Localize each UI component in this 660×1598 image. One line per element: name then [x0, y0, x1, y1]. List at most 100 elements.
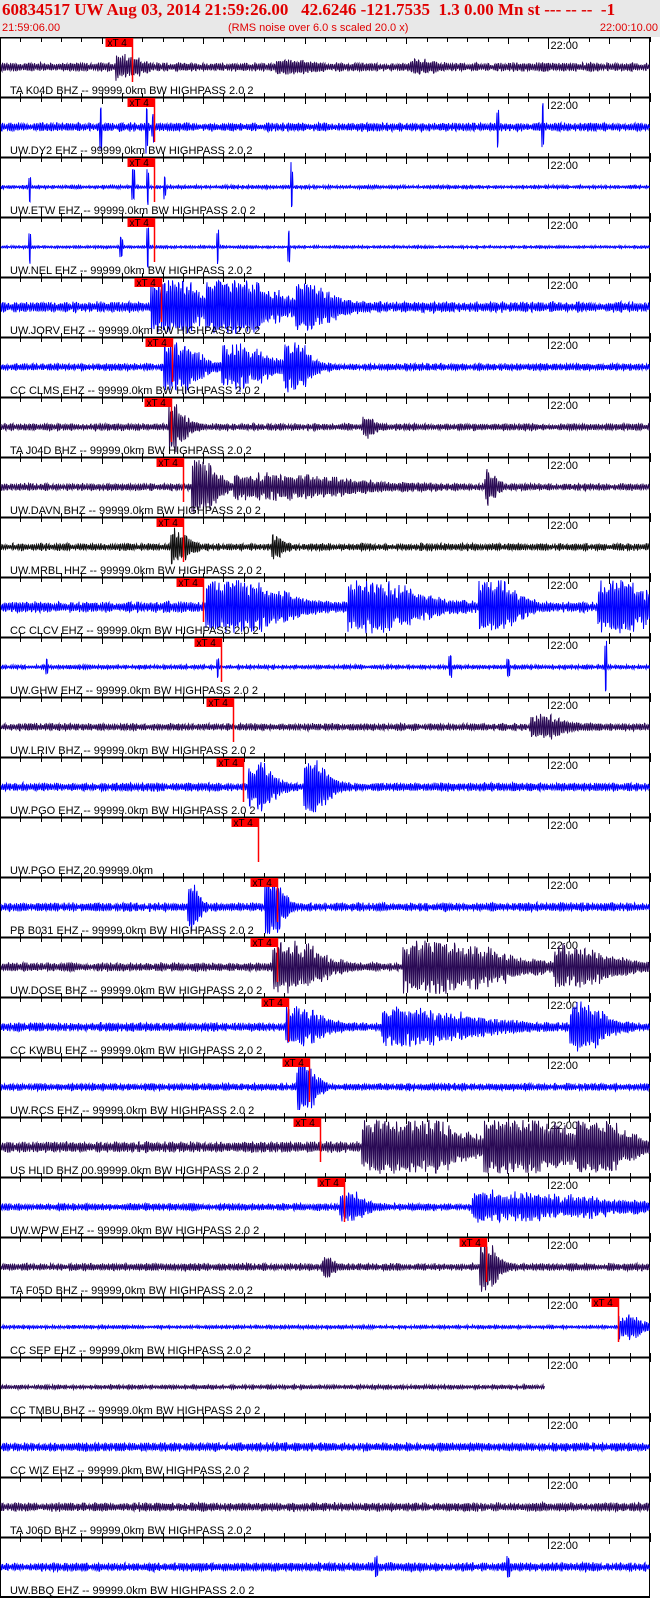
- pick-label: xT 4: [130, 98, 150, 109]
- trace-panel: 22:00xT 4UW.PGO EHZ 20.99999.0km: [0, 813, 651, 877]
- pick-label: xT 4: [130, 158, 150, 169]
- trace-panel: 22:00 xT 4 CC CLCV EHZ -- 99999.0km BW HIG…: [0, 573, 651, 637]
- trace-panel: 22:00 CC WIZ EHZ -- 99999.0km BW HIGHPASS…: [0, 1413, 651, 1477]
- waveform-trace: [0, 713, 650, 740]
- minute-label: 22:00: [551, 1480, 579, 1492]
- trace-label: UW.DOSE BHZ -- 99999.0km BW HIGHPASS 2.0…: [10, 985, 262, 997]
- trace-panel: 22:00 xT 4 CC KWBU EHZ -- 99999.0km BW HIG…: [0, 993, 651, 1057]
- trace-label: UW.GHW EHZ -- 99999.0km BW HIGHPASS 2.0 …: [10, 685, 258, 697]
- trace-label: UW.BBQ EHZ -- 99999.0km BW HIGHPASS 2.0 …: [10, 1585, 254, 1597]
- waveform-trace: [0, 53, 650, 81]
- trace-panel: 22:00 xT 4 UW.WPW EHZ -- 99999.0km BW HIGH…: [0, 1173, 651, 1237]
- trace-panel: 22:00 xT 4 PB B031 EHZ -- 99999.0km BW HIG…: [0, 873, 651, 937]
- minute-label: 22:00: [551, 1300, 579, 1312]
- minute-label: 22:00: [551, 820, 579, 832]
- waveform-trace: [0, 1189, 650, 1224]
- scaling-note: (RMS noise over 6.0 s scaled 20.0 x): [228, 22, 409, 34]
- minute-label: 22:00: [551, 640, 579, 652]
- start-time: 21:59:06.00: [2, 22, 61, 34]
- trace-label: TA J04D BHZ -- 99999.0km BW HIGHPASS 2.0…: [10, 445, 252, 457]
- trace-label: UW.RCS EHZ -- 99999.0km BW HIGHPASS 2.0 …: [10, 1105, 254, 1117]
- trace-panel: 22:00 xT 4 TA J04D BHZ -- 99999.0km BW HIG…: [0, 393, 651, 457]
- pick-label: xT 4: [137, 278, 157, 289]
- pick-label: xT 4: [197, 638, 217, 649]
- trace-panel: 22:00 TA J06D BHZ -- 99999.0km BW HIGHPAS…: [0, 1473, 651, 1537]
- trace-panel: 22:00 xT 4 UW.NEL EHZ -- 99999.0km BW HIGH…: [0, 213, 651, 277]
- minute-label: 22:00: [551, 100, 579, 112]
- pick-label: xT 4: [253, 878, 273, 889]
- trace-panel: 22:00 xT 4 TA F05D BHZ -- 99999.0km BW HIG…: [0, 1233, 651, 1297]
- minute-label: 22:00: [551, 1420, 579, 1432]
- pick-label: xT 4: [209, 698, 229, 709]
- trace-panel: 22:00 xT 4 UW.PGO EHZ -- 99999.0km BW HIGH…: [0, 753, 651, 817]
- minute-label: 22:00: [551, 460, 579, 472]
- trace-label: UW.DY2 EHZ -- 99999.0km BW HIGHPASS 2.0 …: [10, 145, 252, 157]
- end-time: 22:00:10.00: [599, 22, 658, 34]
- trace-label: TA F05D BHZ -- 99999.0km BW HIGHPASS 2.0…: [10, 1285, 253, 1297]
- pick-label: xT 4: [462, 1238, 482, 1249]
- minute-label: 22:00: [551, 1180, 579, 1192]
- waveform-trace: [0, 227, 650, 269]
- trace-panel: 22:00 UW.BBQ EHZ -- 99999.0km BW HIGHPASS…: [0, 1533, 651, 1597]
- trace-panel: 22:00 xT 4 UW.DY2 EHZ -- 99999.0km BW HIGH…: [0, 93, 651, 157]
- minute-label: 22:00: [551, 280, 579, 292]
- minute-label: 22:00: [551, 580, 579, 592]
- trace-label: US HLID BHZ 00.99999.0km BW HIGHPASS 2.0…: [10, 1165, 259, 1177]
- trace-label: CC WIZ EHZ -- 99999.0km BW HIGHPASS 2.0 …: [10, 1465, 249, 1477]
- pick-label: xT 4: [130, 218, 150, 229]
- pick-label: xT 4: [219, 758, 239, 769]
- trace-label: CC TMBU BHZ -- 99999.0km BW HIGHPASS 2.0…: [10, 1405, 260, 1417]
- trace-panel: 22:00xT 4UW.DAVN BHZ -- 99999.0km BW HIG…: [0, 453, 651, 517]
- pick-label: xT 4: [285, 1058, 305, 1069]
- trace-label: UW.NEL EHZ -- 99999.0km BW HIGHPASS 2.0 …: [10, 265, 252, 277]
- header-bar: 60834517 UW Aug 03, 2014 21:59:26.00 42.…: [0, 0, 660, 37]
- trace-label: UW.LRIV BHZ -- 99999.0km BW HIGHPASS 2.0…: [10, 745, 256, 757]
- trace-panel: 22:00 xT 4 UW.MRBL HHZ -- 99999.0km BW HIG…: [0, 513, 651, 577]
- pick-label: xT 4: [159, 518, 179, 529]
- minute-label: 22:00: [551, 520, 579, 532]
- trace-panel: 22:00 xT 4 CC CLMS EHZ -- 99999.0km BW HIG…: [0, 333, 651, 397]
- trace-label: UW.JORV EHZ -- 99999.0km BW HIGHPASS 2.0…: [10, 325, 260, 337]
- minute-label: 22:00: [551, 1240, 579, 1252]
- minute-label: 22:00: [551, 340, 579, 352]
- minute-label: 22:00: [551, 1000, 579, 1012]
- minute-label: 22:00: [551, 700, 579, 712]
- waveform-trace: [0, 1314, 650, 1341]
- minute-label: 22:00: [551, 1540, 579, 1552]
- trace-panel: 22:00 xT 4 UW.LRIV BHZ -- 99999.0km BW HIG…: [0, 693, 651, 757]
- pick-label: xT 4: [234, 818, 254, 829]
- trace-panel: 22:00 xT 4 UW.ETW EHZ -- 99999.0km BW HIGH…: [0, 153, 651, 217]
- trace-label: UW.MRBL HHZ -- 99999.0km BW HIGHPASS 2.0…: [10, 565, 262, 577]
- minute-label: 22:00: [551, 40, 579, 52]
- pick-label: xT 4: [108, 38, 128, 49]
- trace-panel: 22:00 xT 4 UW.RCS EHZ -- 99999.0km BW HIGH…: [0, 1053, 651, 1117]
- trace-label: UW.ETW EHZ -- 99999.0km BW HIGHPASS 2.0 …: [10, 205, 256, 217]
- waveform-trace: [0, 527, 650, 565]
- seismogram-plot: 22:00xT 4TA K04D BHZ -- 99999.0km BW HIG…: [0, 37, 651, 1598]
- waveform-trace: [0, 1441, 650, 1453]
- minute-label: 22:00: [551, 400, 579, 412]
- pick-label: xT 4: [594, 1298, 614, 1309]
- trace-panel: 22:00xT 4US HLID BHZ 00.99999.0km BW HIG…: [0, 1113, 651, 1177]
- trace-label: CC KWBU EHZ -- 99999.0km BW HIGHPASS 2.0…: [10, 1045, 262, 1057]
- pick-label: xT 4: [148, 338, 168, 349]
- trace-label: TA J06D BHZ -- 99999.0km BW HIGHPASS 2.0…: [10, 1525, 252, 1537]
- trace-panel: 22:00 xT 4 UW.JORV EHZ -- 99999.0km BW HIG…: [0, 273, 651, 337]
- trace-label: UW.WPW EHZ -- 99999.0km BW HIGHPASS 2.0 …: [10, 1225, 259, 1237]
- minute-label: 22:00: [551, 1360, 579, 1372]
- trace-label: CC CLMS EHZ -- 99999.0km BW HIGHPASS 2.0…: [10, 385, 260, 397]
- pick-label: xT 4: [264, 998, 284, 1009]
- minute-label: 22:00: [551, 220, 579, 232]
- event-title: 60834517 UW Aug 03, 2014 21:59:26.00 42.…: [2, 0, 616, 19]
- pick-label: xT 4: [179, 578, 199, 589]
- trace-label: CC SEP EHZ -- 99999.0km BW HIGHPASS 2.0 …: [10, 1345, 251, 1357]
- minute-label: 22:00: [551, 1060, 579, 1072]
- trace-panel: 22:00 xT 4 TA K04D BHZ -- 99999.0km BW HIG…: [0, 37, 651, 97]
- pick-label: xT 4: [147, 398, 167, 409]
- pick-label: xT 4: [296, 1118, 316, 1129]
- trace-panel: 22:00 CC TMBU BHZ -- 99999.0km BW HIGHPAS…: [0, 1353, 651, 1417]
- trace-panel: 22:00xT 4UW.DOSE BHZ -- 99999.0km BW HIG…: [0, 933, 651, 997]
- trace-panel: 22:00 xT 4 UW.GHW EHZ -- 99999.0km BW HIGH…: [0, 633, 651, 697]
- pick-label: xT 4: [320, 1178, 340, 1189]
- minute-label: 22:00: [551, 880, 579, 892]
